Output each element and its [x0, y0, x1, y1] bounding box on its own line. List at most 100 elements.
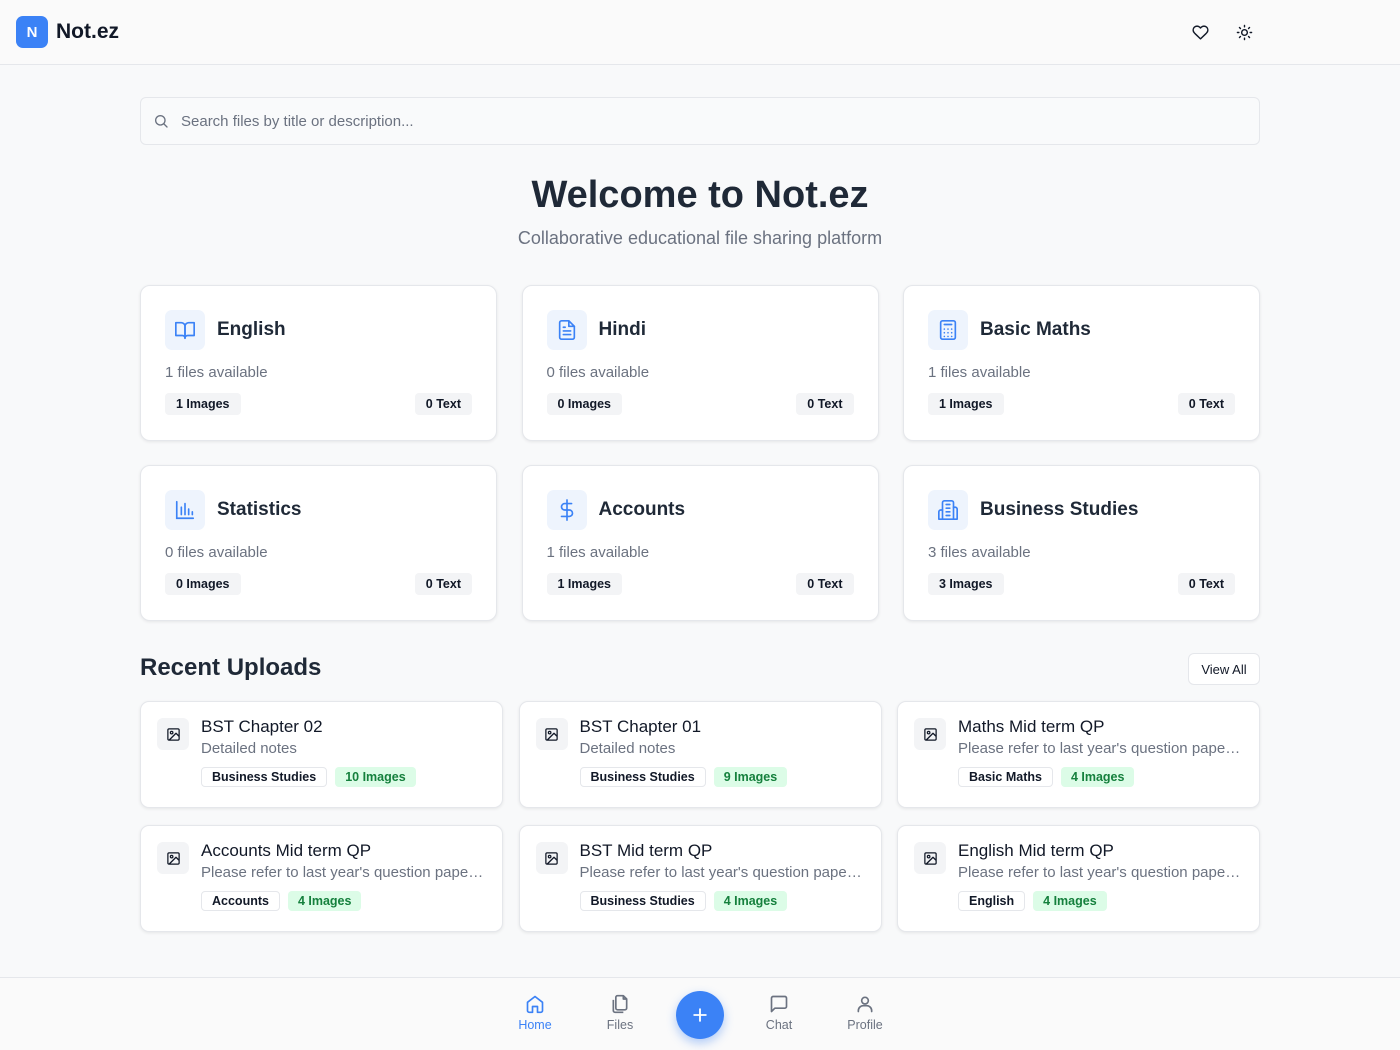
upload-card[interactable]: English Mid term QP Please refer to last… [897, 825, 1260, 932]
image-icon [535, 718, 568, 750]
heart-icon [1191, 24, 1209, 40]
theme-toggle-button[interactable] [1228, 16, 1260, 48]
nav-label: Home [518, 1018, 552, 1032]
recent-uploads-grid: BST Chapter 02 Detailed notes Business S… [140, 701, 1260, 932]
upload-card[interactable]: BST Chapter 02 Detailed notes Business S… [140, 701, 503, 808]
subject-card-hindi[interactable]: Hindi 0 files available 0 Images 0 Text [521, 285, 879, 441]
upload-card[interactable]: BST Chapter 01 Detailed notes Business S… [518, 701, 882, 808]
nav-label: Profile [847, 1018, 883, 1032]
subject-name: Statistics [217, 499, 302, 520]
nav-chat[interactable]: Chat [744, 994, 814, 1032]
nav-label: Files [606, 1018, 634, 1032]
upload-card[interactable]: Accounts Mid term QP Please refer to las… [140, 825, 503, 932]
images-count-badge: 1 Images [546, 573, 623, 595]
subject-card-statistics[interactable]: Statistics 0 files available 0 Images 0 … [140, 465, 497, 621]
image-icon [157, 718, 189, 750]
upload-title: English Mid term QP [958, 841, 1114, 860]
subject-name: Basic Maths [980, 319, 1091, 340]
upload-description: Detailed notes [579, 740, 676, 757]
nav-home[interactable]: Home [500, 994, 570, 1032]
search-input[interactable] [181, 112, 1221, 130]
chat-icon [770, 995, 788, 1013]
nav-label: Chat [765, 1018, 793, 1032]
files-icon [612, 994, 628, 1014]
text-count-badge: 0 Text [414, 393, 472, 415]
home-icon [526, 995, 544, 1014]
upload-description: Please refer to last year's question pap… [579, 864, 865, 881]
upload-title: Maths Mid term QP [958, 717, 1105, 736]
images-count-badge: 4 Images [1033, 891, 1107, 911]
add-file-button[interactable] [676, 991, 724, 1039]
subject-name: Business Studies [980, 499, 1139, 520]
user-icon [857, 996, 873, 1013]
subject-file-count: 1 files available [928, 364, 1031, 381]
upload-card[interactable]: BST Mid term QP Please refer to last yea… [518, 825, 882, 932]
nav-files[interactable]: Files [585, 994, 655, 1032]
favorites-button[interactable] [1184, 16, 1216, 48]
upload-title: BST Chapter 02 [201, 717, 323, 736]
subject-card-business-studies[interactable]: Business Studies 3 files available 3 Ima… [903, 465, 1260, 621]
upload-title: BST Chapter 01 [579, 717, 702, 736]
subject-badge: English [958, 891, 1026, 911]
calculator-icon [928, 310, 968, 350]
subject-card-basic-maths[interactable]: Basic Maths 1 files available 1 Images 0… [903, 285, 1260, 441]
book-open-icon [165, 310, 205, 350]
file-text-icon [546, 310, 587, 350]
image-icon [157, 842, 189, 874]
subject-badge: Accounts [201, 891, 280, 911]
page-subtitle: Collaborative educational file sharing p… [517, 228, 883, 248]
page-title: Welcome to Not.ez [531, 174, 869, 216]
header-actions [1184, 16, 1260, 48]
dollar-icon [546, 490, 587, 530]
plus-icon [693, 1008, 707, 1022]
upload-card[interactable]: Maths Mid term QP Please refer to last y… [897, 701, 1260, 808]
sun-icon [1236, 24, 1252, 40]
image-icon [914, 718, 946, 750]
search-bar [140, 97, 1260, 145]
recent-uploads-heading: Recent Uploads [140, 654, 322, 681]
images-count-badge: 4 Images [1060, 767, 1135, 787]
bottom-nav: Home Files Chat Profile [0, 977, 1400, 1050]
nav-profile[interactable]: Profile [830, 994, 900, 1032]
images-count-badge: 0 Images [546, 393, 623, 415]
upload-title: BST Mid term QP [579, 841, 713, 860]
bar-chart-icon [165, 490, 205, 530]
subject-card-accounts[interactable]: Accounts 1 files available 1 Images 0 Te… [521, 465, 879, 621]
subject-file-count: 1 files available [165, 364, 268, 381]
text-count-badge: 0 Text [1177, 393, 1235, 415]
text-count-badge: 0 Text [1177, 573, 1235, 595]
app-name[interactable]: Not.ez [56, 20, 119, 44]
subject-badge: Basic Maths [958, 767, 1053, 787]
subject-badge: Business Studies [579, 891, 706, 911]
text-count-badge: 0 Text [414, 573, 472, 595]
upload-description: Detailed notes [201, 740, 297, 757]
images-count-badge: 10 Images [335, 767, 416, 787]
subject-badge: Business Studies [201, 767, 328, 787]
subject-file-count: 0 files available [165, 544, 268, 561]
image-icon [914, 842, 946, 874]
top-bar: N Not.ez [0, 0, 1400, 65]
images-count-badge: 0 Images [165, 573, 241, 595]
search-icon [155, 115, 168, 128]
image-icon [535, 842, 568, 874]
text-count-badge: 0 Text [796, 573, 854, 595]
subject-name: English [217, 319, 286, 340]
images-count-badge: 3 Images [928, 573, 1004, 595]
subject-file-count: 1 files available [546, 544, 650, 561]
logo-badge: N [16, 16, 48, 48]
upload-description: Please refer to last year's question pap… [201, 864, 486, 881]
upload-title: Accounts Mid term QP [201, 841, 372, 860]
subject-file-count: 3 files available [928, 544, 1031, 561]
upload-description: Please refer to last year's question pap… [958, 864, 1243, 881]
subject-name: Hindi [598, 319, 647, 340]
images-count-badge: 1 Images [165, 393, 241, 415]
images-count-badge: 1 Images [928, 393, 1004, 415]
subject-name: Accounts [598, 499, 686, 520]
view-all-button[interactable]: View All [1188, 653, 1260, 685]
subject-file-count: 0 files available [546, 364, 650, 381]
building-icon [928, 490, 968, 530]
images-count-badge: 4 Images [287, 891, 362, 911]
text-count-badge: 0 Text [796, 393, 854, 415]
upload-description: Please refer to last year's question pap… [958, 740, 1243, 757]
subject-card-english[interactable]: English 1 files available 1 Images 0 Tex… [140, 285, 497, 441]
